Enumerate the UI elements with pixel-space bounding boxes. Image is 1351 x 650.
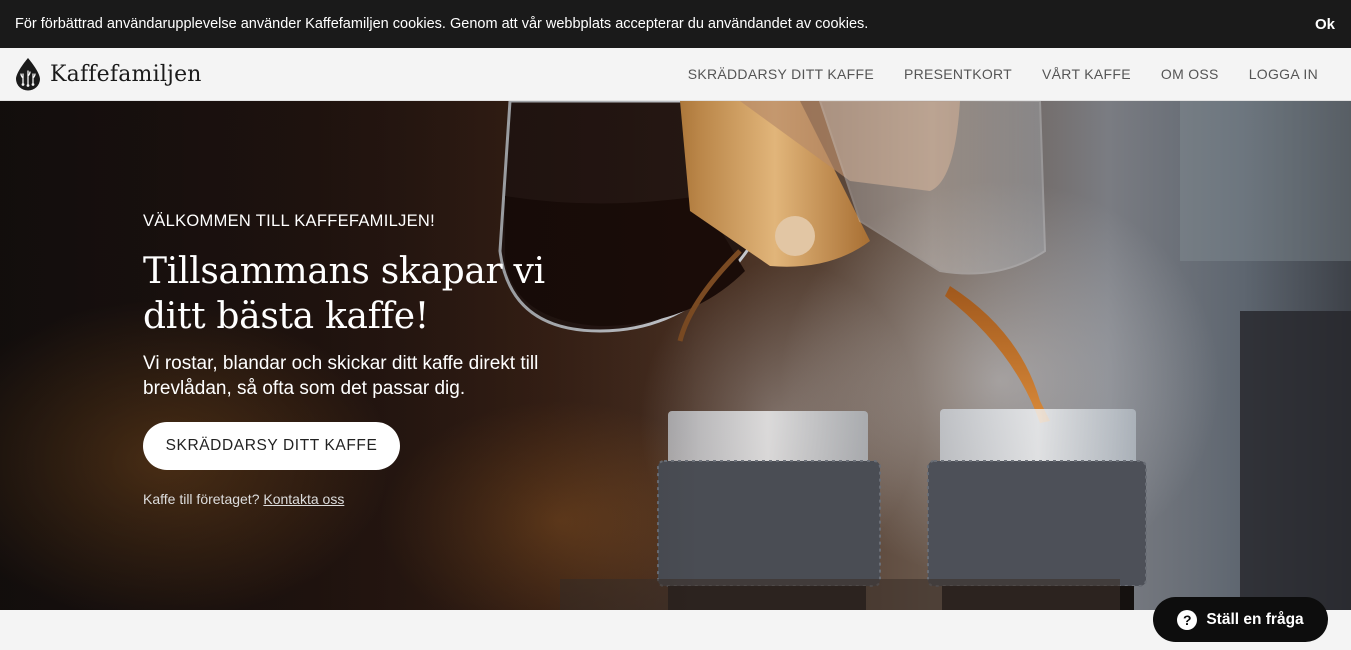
brand-name: Kaffefamiljen [50,61,202,87]
main-nav: SKRÄDDARSY DITT KAFFE PRESENTKORT VÅRT K… [688,66,1318,82]
brand-logo-link[interactable]: Kaffefamiljen [15,57,202,91]
nav-item-logga-in[interactable]: LOGGA IN [1249,66,1318,82]
hero-eyebrow: VÄLKOMMEN TILL KAFFEFAMILJEN! [143,212,436,230]
hero-headline: Tillsammans skapar vi ditt bästa kaffe! [143,251,545,337]
hero-section: VÄLKOMMEN TILL KAFFEFAMILJEN! Tillsamman… [0,101,1351,610]
nav-item-om-oss[interactable]: OM OSS [1161,66,1219,82]
nav-item-vart-kaffe[interactable]: VÅRT KAFFE [1042,66,1131,82]
customize-coffee-button[interactable]: SKRÄDDARSY DITT KAFFE [143,422,400,470]
ask-question-button[interactable]: ? Ställ en fråga [1153,597,1328,642]
site-header: Kaffefamiljen SKRÄDDARSY DITT KAFFE PRES… [0,48,1351,101]
hero-lead: Vi rostar, blandar och skickar ditt kaff… [143,353,539,399]
contact-us-link[interactable]: Kontakta oss [263,491,344,507]
ask-question-label: Ställ en fråga [1206,610,1304,628]
cookie-accept-button[interactable]: Ok [1315,16,1335,33]
question-circle-icon: ? [1177,609,1198,630]
business-question: Kaffe till företaget? [143,491,260,507]
business-contact-line: Kaffe till företaget? Kontakta oss [143,491,344,507]
cookie-banner: För förbättrad användarupplevelse använd… [0,0,1351,48]
coffee-drop-logo-icon [16,58,40,91]
nav-item-presentkort[interactable]: PRESENTKORT [904,66,1012,82]
cookie-message: För förbättrad användarupplevelse använd… [15,16,869,32]
nav-item-skraddarsy[interactable]: SKRÄDDARSY DITT KAFFE [688,66,874,82]
